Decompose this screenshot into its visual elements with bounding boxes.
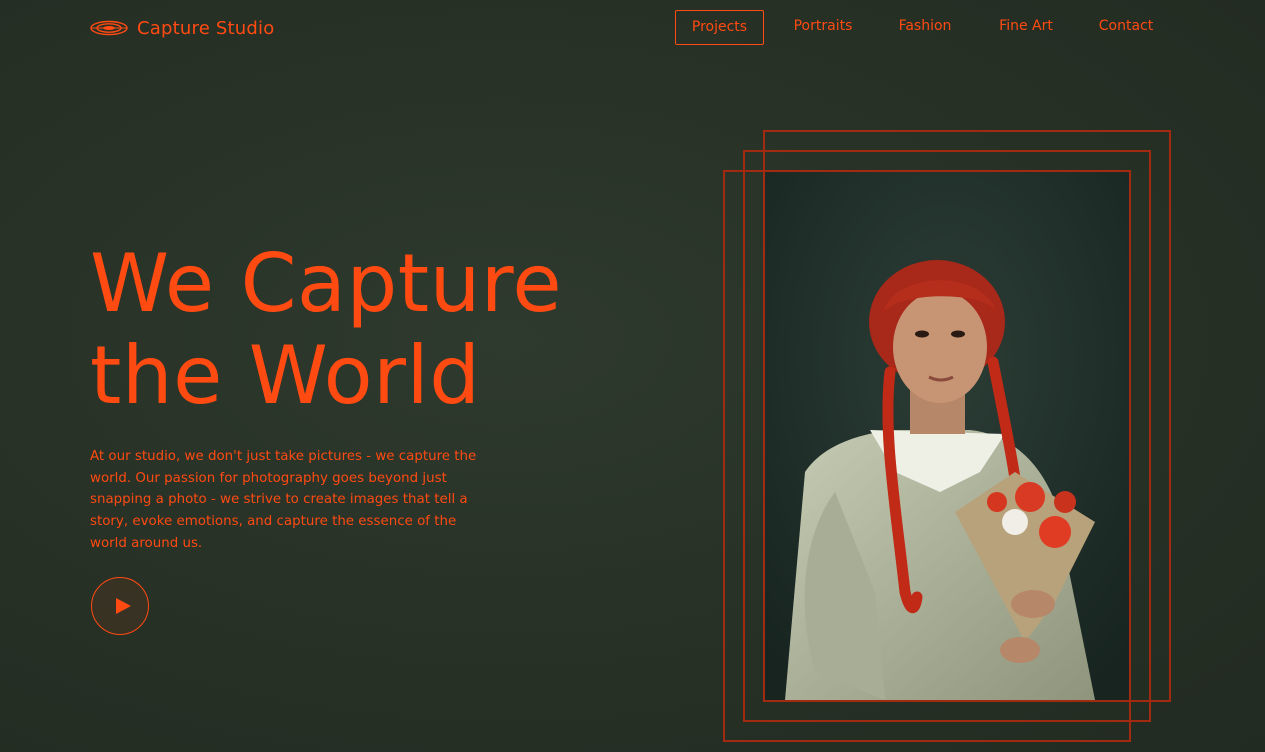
nav-item-portraits[interactable]: Portraits <box>782 10 864 45</box>
main-nav: Projects Portraits Fashion Fine Art Cont… <box>0 10 1265 45</box>
play-video-button[interactable] <box>91 577 149 635</box>
hero-title-line-1: We Capture <box>90 237 563 330</box>
nav-item-contact[interactable]: Contact <box>1088 10 1164 45</box>
hero-description: At our studio, we don't just take pictur… <box>90 449 477 551</box>
nav-item-fine-art[interactable]: Fine Art <box>988 10 1064 45</box>
hero-title: We Capture the World <box>90 238 562 422</box>
nav-item-projects[interactable]: Projects <box>675 10 764 45</box>
nav-item-fashion[interactable]: Fashion <box>887 10 963 45</box>
decorative-frame-front <box>723 170 1131 742</box>
play-icon <box>116 598 131 614</box>
hero-title-line-2: the World <box>90 329 481 422</box>
